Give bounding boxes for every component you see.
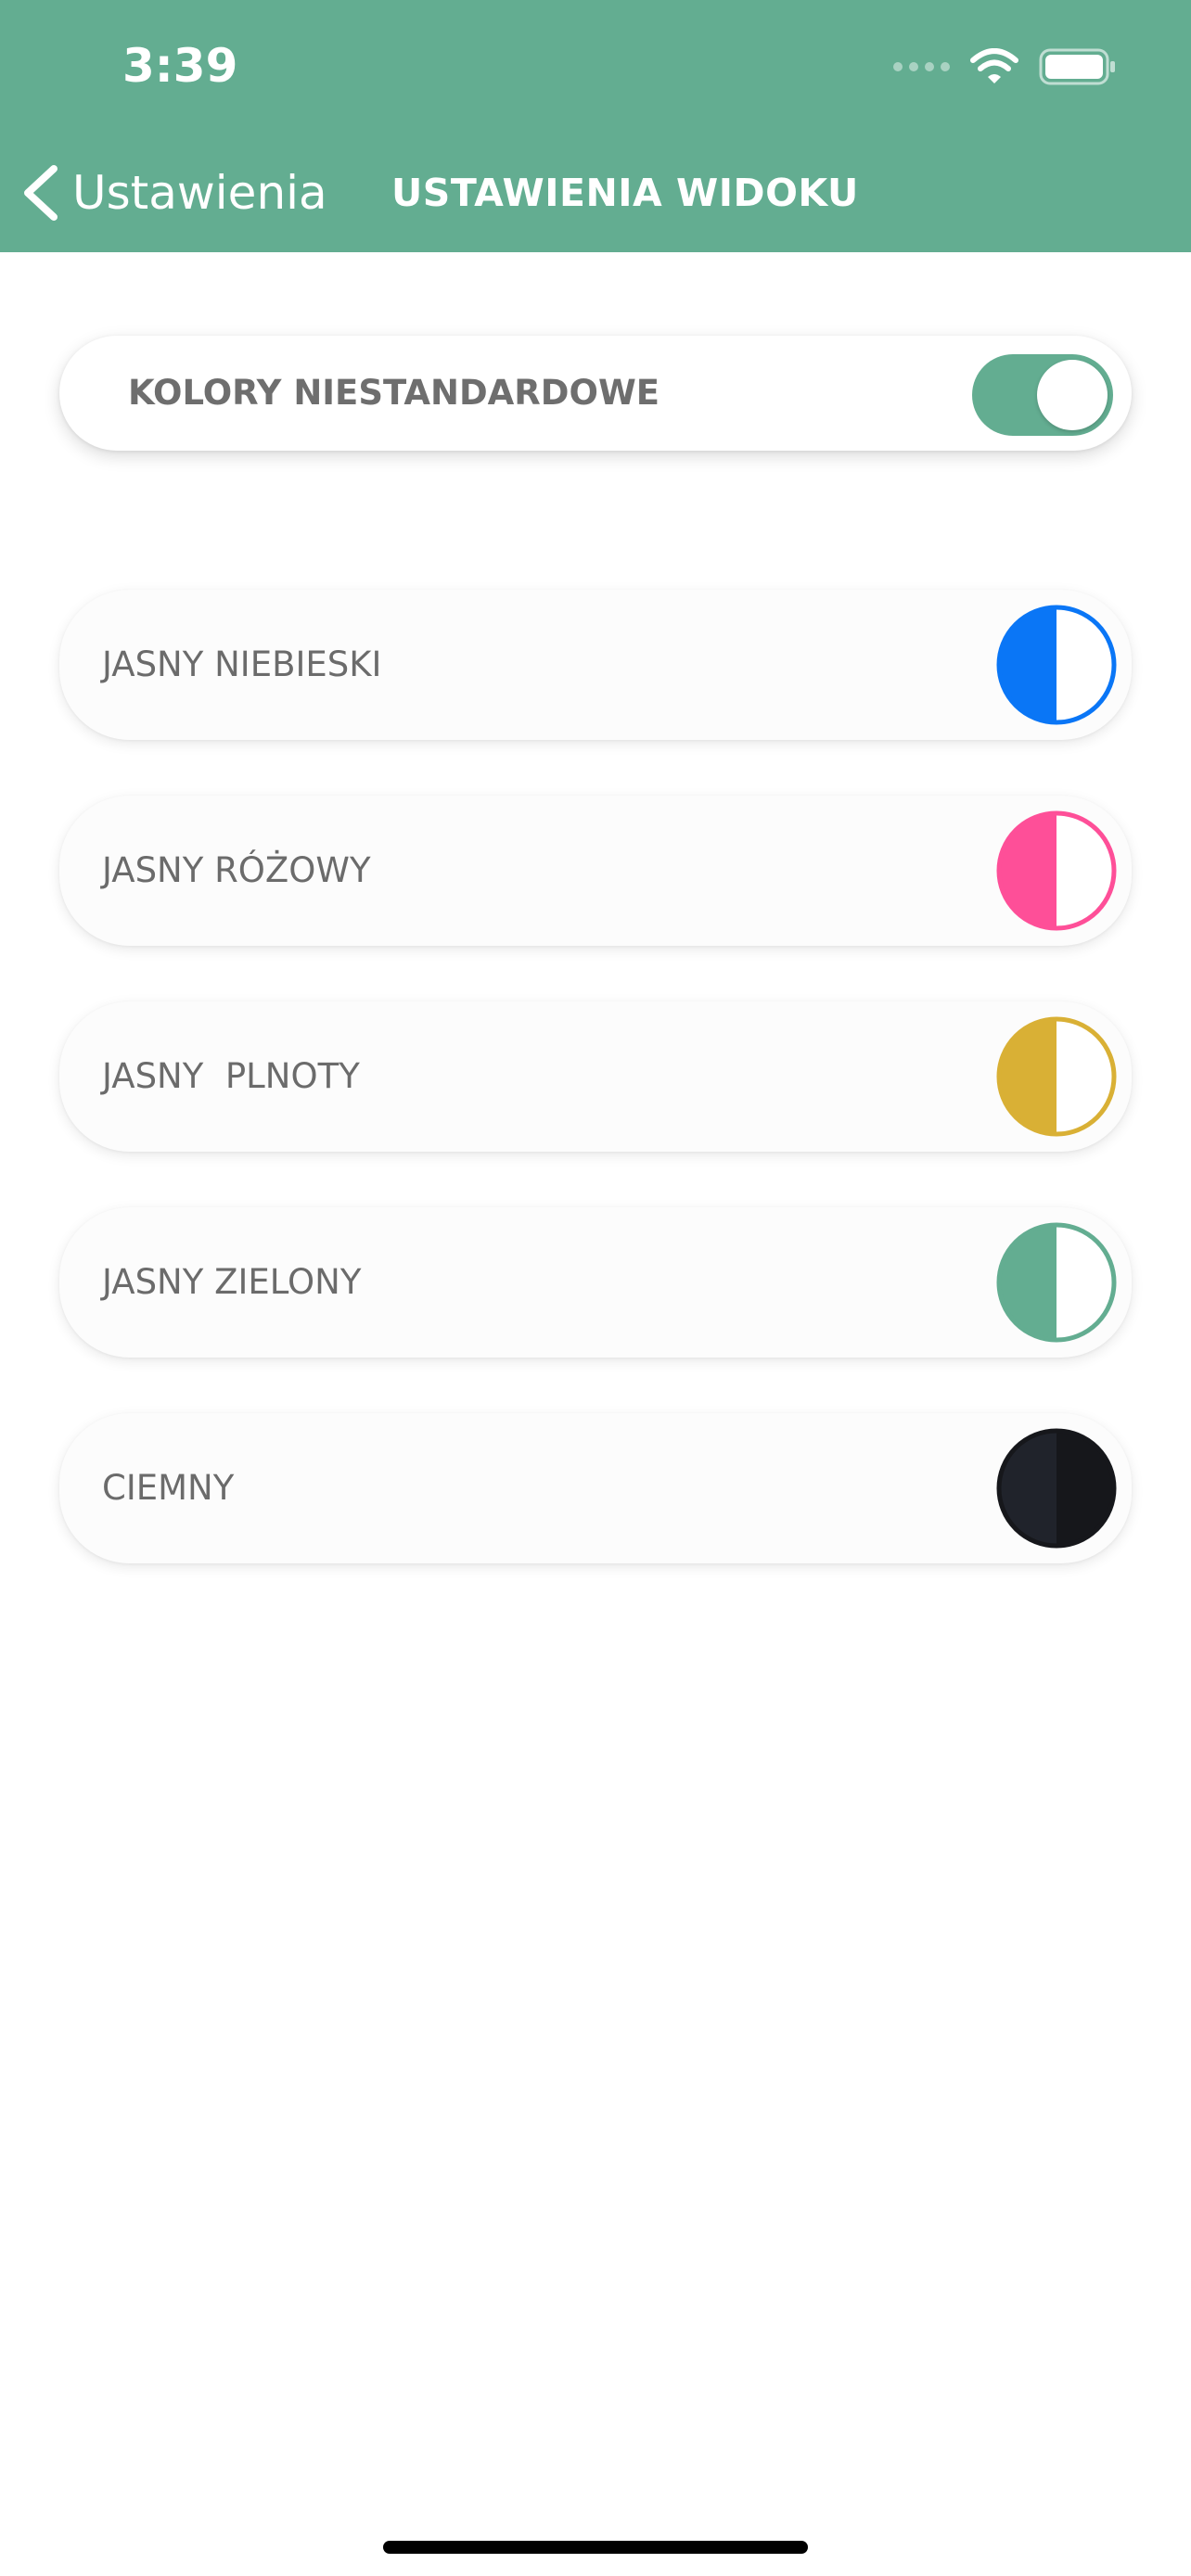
status-time: 3:39: [122, 39, 238, 93]
theme-option-light-gold[interactable]: JASNY PLNOTY: [59, 1001, 1132, 1152]
theme-option-light-pink[interactable]: JASNY RÓŻOWY: [59, 796, 1132, 946]
color-swatch-icon: [996, 1428, 1117, 1549]
chevron-left-icon: [24, 165, 58, 221]
navigation-header: 3:39 Ustawienia USTAWIENIA WIDOKU: [0, 0, 1191, 252]
theme-label: JASNY RÓŻOWY: [102, 850, 371, 890]
custom-colors-label: KOLORY NIESTANDARDOWE: [128, 373, 660, 413]
custom-colors-toggle[interactable]: [972, 354, 1113, 436]
color-swatch-icon: [996, 810, 1117, 931]
theme-label: JASNY NIEBIESKI: [102, 644, 382, 684]
back-button[interactable]: Ustawienia: [19, 154, 327, 232]
battery-icon: [1039, 48, 1115, 85]
theme-option-light-blue[interactable]: JASNY NIEBIESKI: [59, 590, 1132, 740]
color-swatch-icon: [996, 605, 1117, 725]
cellular-signal-icon: [893, 62, 950, 71]
theme-label: JASNY ZIELONY: [102, 1262, 362, 1302]
theme-option-dark[interactable]: CIEMNY: [59, 1413, 1132, 1563]
wifi-icon: [970, 48, 1018, 83]
color-swatch-icon: [996, 1222, 1117, 1343]
toggle-knob: [1037, 360, 1108, 430]
theme-label: CIEMNY: [102, 1468, 235, 1508]
color-swatch-icon: [996, 1016, 1117, 1137]
home-indicator: [383, 2541, 808, 2554]
custom-colors-row: KOLORY NIESTANDARDOWE: [59, 336, 1132, 451]
status-icons: [893, 41, 1117, 93]
theme-option-light-green[interactable]: JASNY ZIELONY: [59, 1207, 1132, 1358]
theme-label: JASNY PLNOTY: [102, 1056, 360, 1096]
page-title: USTAWIENIA WIDOKU: [391, 171, 859, 215]
back-button-label: Ustawienia: [72, 166, 327, 220]
